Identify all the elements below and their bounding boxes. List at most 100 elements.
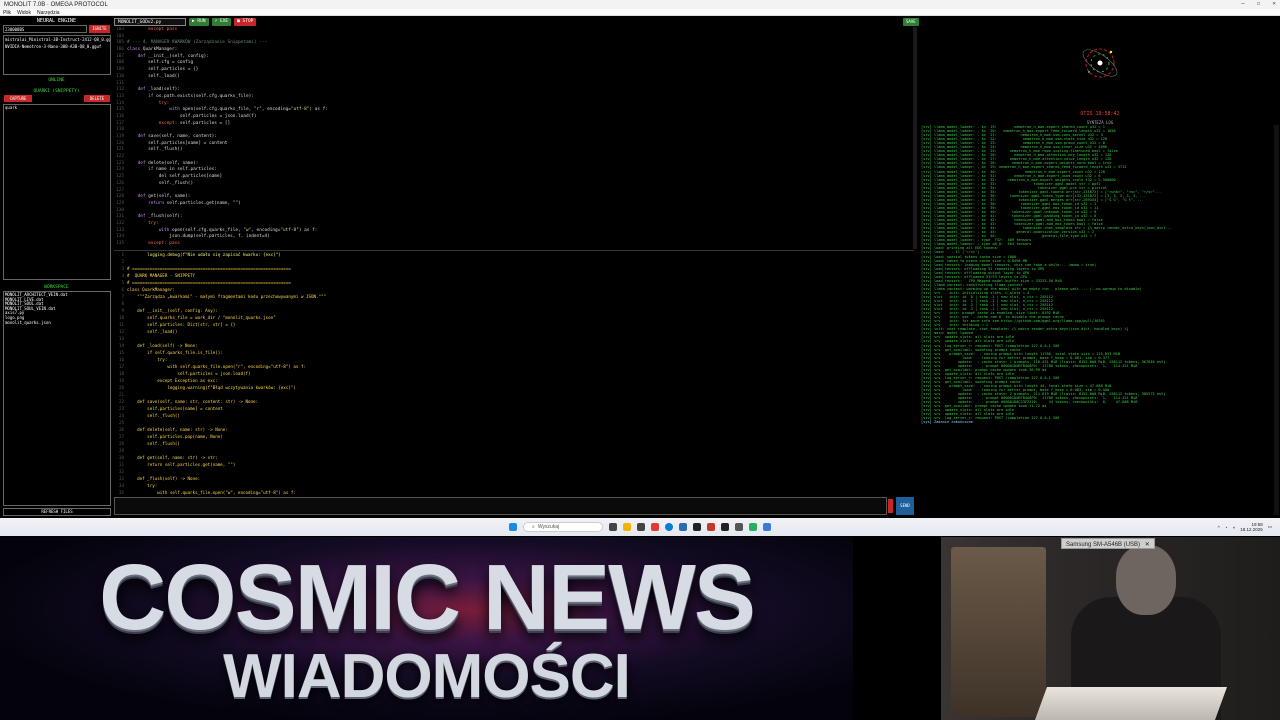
code-token: return self.particles.get(name, "") — [127, 462, 236, 467]
engine-status: ONLINE — [48, 78, 65, 83]
quark-item[interactable]: quark — [5, 105, 109, 111]
close-button[interactable]: ✕ — [1272, 0, 1276, 7]
code-token: self.particles.pop(name, None) — [127, 434, 223, 439]
file-list[interactable]: MONOLIT_ARCHITECT_VEIN.dat MONOLIT_LIVE.… — [3, 291, 111, 506]
app-icon[interactable] — [763, 523, 771, 531]
menu-tools[interactable]: Narzędzia — [37, 10, 60, 16]
line-number: 116 — [116, 113, 124, 119]
app-icon[interactable] — [637, 523, 645, 531]
brave-browser-icon[interactable] — [651, 523, 659, 531]
attach-indicator — [888, 499, 893, 513]
file-item[interactable]: monolit_quarks.json — [5, 320, 109, 326]
banner-subtitle: WIADOMOŚCI — [223, 642, 631, 711]
chat-input[interactable] — [114, 497, 887, 515]
menu-view[interactable]: Widok — [17, 10, 31, 16]
store-icon[interactable] — [679, 523, 687, 531]
code-token: "utf-8" — [290, 107, 310, 113]
code-line: 3 # =====================================… — [114, 265, 914, 272]
task-view-icon[interactable] — [609, 523, 617, 531]
code-token: # ======================================… — [127, 266, 291, 271]
file-explorer-icon[interactable] — [623, 523, 631, 531]
exec-button[interactable]: ⚡ EXE — [211, 18, 232, 26]
code-token: self.particles = json.load(f) — [127, 371, 251, 376]
app-icon[interactable] — [749, 523, 757, 531]
model-list[interactable]: mistralai_Ministral-3B-Instruct-2412-Q8_… — [3, 35, 111, 75]
code-token: _load(self): — [148, 87, 180, 93]
refresh-files-button[interactable]: REFRESH FILES — [3, 508, 111, 516]
line-number: 3 — [121, 266, 124, 271]
code-token: self.particles = {} — [127, 67, 199, 73]
ignite-button[interactable]: IGNITE — [89, 25, 110, 33]
close-icon[interactable]: ✕ — [1145, 542, 1150, 548]
chevron-up-icon[interactable]: ^ — [1218, 525, 1220, 530]
windows-start-icon[interactable] — [509, 523, 517, 531]
terminal-icon[interactable] — [693, 523, 701, 531]
code-token: "utf-8" — [280, 227, 299, 233]
model-list-item[interactable]: NVIDIA-Nemotron-3-Nano-30B-A3B-Q8_0.gguf — [4, 43, 110, 50]
media-icon[interactable] — [707, 523, 715, 531]
line-number: 126 — [116, 180, 124, 186]
maximize-button[interactable]: ☐ — [1257, 0, 1261, 7]
code-token: with — [127, 107, 183, 113]
tray-clock[interactable]: 19:58 18.12.2025 — [1240, 522, 1263, 532]
code-line: 5 # =====================================… — [114, 279, 914, 286]
code-line: 27 self.particles.pop(name, None) — [114, 433, 914, 440]
save-button[interactable]: SAVE — [903, 18, 919, 26]
code-line: 128 def get(self, name): — [114, 194, 914, 201]
taskbar-search[interactable]: ⌕ Wyszukaj — [523, 522, 603, 532]
code-line: 112 def _load(self): — [114, 87, 914, 94]
output-console[interactable]: 1 logging.debug(f"Nie udało się zapisać … — [114, 250, 914, 496]
menu-file[interactable]: Plik — [3, 10, 11, 16]
model-list-item[interactable]: mistralai_Ministral-3B-Instruct-2412-Q8_… — [4, 36, 110, 43]
line-number: 115 — [116, 107, 124, 113]
code-line: 4 # QUARK MANAGER - SNIPPETY — [114, 272, 914, 279]
app-icon[interactable] — [735, 523, 743, 531]
notification-icon[interactable]: ▭ — [1268, 524, 1272, 530]
line-number: 29 — [118, 448, 124, 453]
code-line: 33 def _flush(self) -> None: — [114, 475, 914, 482]
code-line: 116 self.particles = json.load(f) — [114, 114, 914, 121]
run-button[interactable]: ▶ RUN — [189, 18, 209, 26]
send-button[interactable]: SEND — [896, 497, 914, 515]
volume-icon[interactable]: ◖ — [1232, 525, 1235, 530]
code-line: 129 return self.particles.get(name, "") — [114, 201, 914, 208]
log-scrollbar[interactable] — [1274, 125, 1279, 515]
code-line: 32 — [114, 468, 914, 475]
stop-button[interactable]: ■ STOP — [234, 18, 257, 26]
capture-button[interactable]: CAPTURE — [4, 95, 32, 102]
model-select[interactable]: 230000BS — [3, 25, 87, 33]
menu-bar: Plik Widok Narzędzia — [0, 9, 1280, 16]
code-token: if — [127, 93, 157, 99]
code-line: 25 — [114, 419, 914, 426]
code-token: # QUARK MANAGER - SNIPPETY — [127, 273, 196, 278]
code-line: 20 logging.warning(f"Błąd wczytywania kw… — [114, 384, 914, 391]
code-token: """Zarządza „kwarkami" - małymi fragment… — [127, 294, 327, 299]
tab-file[interactable]: MONOLIT_GODv2.py — [114, 18, 186, 26]
code-token: def delete(self, name: str) -> None: — [127, 427, 228, 432]
server-log[interactable]: [srv] llama_model_loader: - kv 19: nemot… — [921, 125, 1273, 515]
code-token: def — [127, 194, 149, 200]
network-icon[interactable]: ◔ — [1225, 525, 1228, 530]
quark-list[interactable]: quark — [3, 104, 111, 280]
code-editor[interactable]: 103 except pass 104 105 # --- 4. MANAGER KW… — [114, 27, 914, 249]
obs-icon[interactable] — [721, 523, 729, 531]
editor-scrollbar[interactable] — [913, 27, 917, 249]
line-number: 21 — [118, 392, 124, 397]
code-token: self._load() — [127, 329, 178, 334]
minimize-button[interactable]: — — [1241, 0, 1245, 7]
code-line: 122 — [114, 154, 914, 161]
window-titlebar: MONOLIT 7.0B · OMEGA PROTOCOL — [0, 0, 1280, 9]
camera-name: Samsung SM-A546B (USB) — [1066, 542, 1141, 548]
code-line: 131 def _flush(self): — [114, 214, 914, 221]
system-clock: OTIS 19:58:42 — [1080, 111, 1120, 117]
code-line: 113 if os.path.exists(self.cfg.quarks_fi… — [114, 94, 914, 101]
line-number: 118 — [116, 127, 124, 133]
line-number: 28 — [118, 441, 124, 446]
editor-toolbar: MONOLIT_GODv2.py ▶ RUN ⚡ EXE ■ STOP — [114, 17, 914, 27]
line-number: 2 — [121, 259, 124, 264]
line-number: 129 — [116, 200, 124, 206]
delete-button[interactable]: DELETE — [84, 95, 110, 102]
edge-browser-icon[interactable] — [665, 523, 673, 531]
line-number: 106 — [116, 47, 124, 53]
code-line: 24 self._flush() — [114, 412, 914, 419]
